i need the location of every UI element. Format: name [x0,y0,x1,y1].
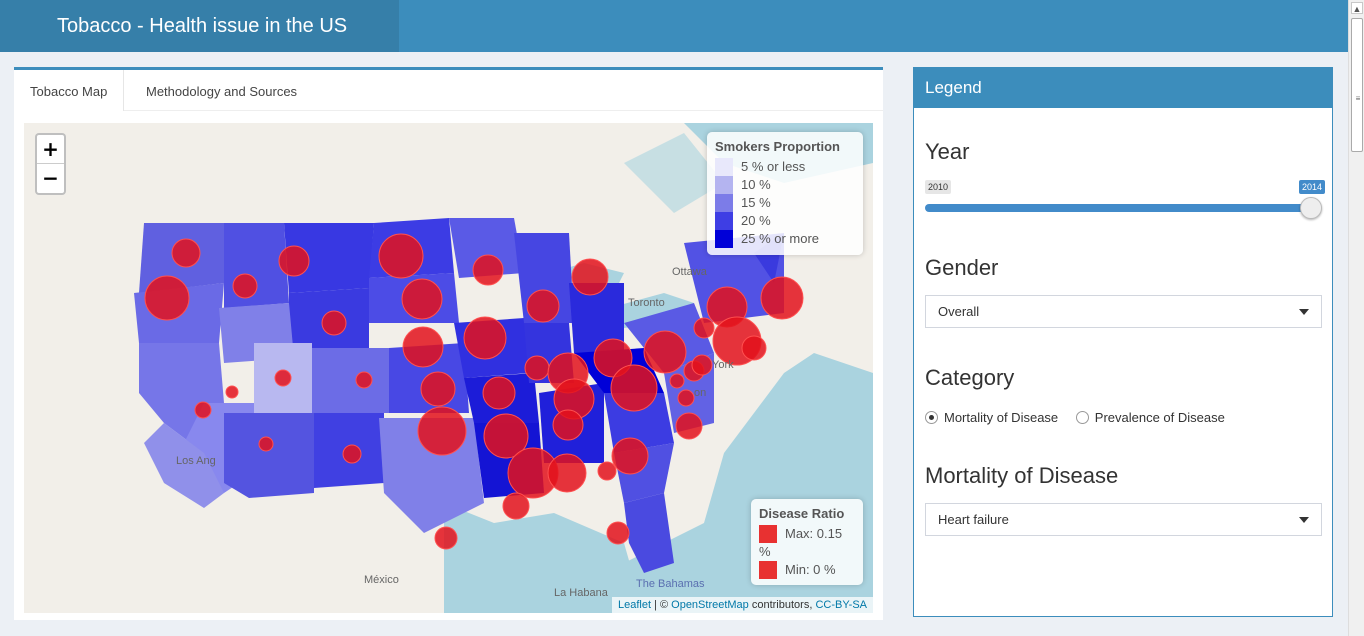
label-ottawa: Ottawa [672,266,707,278]
chevron-down-icon [1299,517,1309,523]
app-title: Tobacco - Health issue in the US [0,0,399,52]
label-bahamas: The Bahamas [636,578,705,590]
label-york: York [712,359,734,371]
tab-tobacco-map[interactable]: Tobacco Map [14,70,125,111]
legend-panel: Legend Year 2010 2014 Gender Overall Cat… [913,67,1333,617]
label-mexico: México [364,574,399,586]
zoom-in-button[interactable]: + [37,135,64,164]
category-radio-group: Mortality of Disease Prevalence of Disea… [925,410,1239,426]
year-slider-min: 2010 [925,180,952,194]
scroll-up-icon[interactable]: ▲ [1351,2,1363,14]
chevron-down-icon [1299,309,1309,315]
disease-select[interactable]: Heart failure [925,503,1322,536]
legend-panel-title: Legend [914,68,1332,108]
smokers-legend-item: 25 % or more [715,230,855,248]
category-label: Category [925,365,1015,390]
map-panel: Tobacco Map Methodology and Sources Otta… [14,67,883,620]
osm-link[interactable]: OpenStreetMap [671,599,749,611]
year-slider-handle[interactable] [1300,197,1322,219]
license-link[interactable]: CC-BY-SA [815,599,867,611]
app-header: Tobacco - Health issue in the US [0,0,1348,52]
year-slider-max: 2014 [1299,180,1326,194]
scrollbar-thumb[interactable]: ≡ [1351,18,1363,152]
grip-icon: ≡ [1355,94,1361,103]
year-slider-track[interactable] [925,204,1315,212]
radio-prevalence[interactable] [1075,411,1089,424]
smokers-legend-item: 15 % [715,194,855,212]
zoom-out-button[interactable]: − [37,164,64,193]
disease-legend-min: Min: 0 % [759,561,855,579]
disease-legend-title: Disease Ratio [759,506,845,521]
leaflet-map[interactable]: Ottawa Toronto York on Los Ang México La… [24,123,873,613]
radio-prevalence-label[interactable]: Prevalence of Disease [1095,410,1225,425]
gender-select[interactable]: Overall [925,295,1322,328]
tab-methodology[interactable]: Methodology and Sources [130,70,313,111]
disease-selected-value: Heart failure [938,512,1009,527]
gender-label: Gender [925,255,999,280]
disease-legend-max-unit: % [759,544,771,559]
disease-label: Mortality of Disease [925,463,1119,488]
radio-mortality[interactable] [925,411,938,424]
disease-legend-max: Max: 0.15 [759,525,855,543]
label-on: on [694,387,707,399]
label-los-angeles: Los Ang [176,455,216,467]
tab-bar: Tobacco Map Methodology and Sources [14,70,883,111]
leaflet-link[interactable]: Leaflet [618,599,651,611]
zoom-control: + − [35,133,66,195]
smokers-legend-item: 10 % [715,176,855,194]
smokers-legend-item: 5 % or less [715,158,855,176]
disease-legend: Disease Ratio Max: 0.15 % Min: 0 % [751,499,863,585]
gender-selected-value: Overall [938,304,980,319]
label-toronto: Toronto [628,297,665,309]
smokers-legend-title: Smokers Proportion [715,139,840,154]
page-scrollbar[interactable]: ▲ ≡ [1348,0,1364,636]
map-attribution: Leaflet | © OpenStreetMap contributors, … [611,597,873,613]
smokers-legend: Smokers Proportion 5 % or less 10 % 15 %… [707,132,863,255]
radio-mortality-label[interactable]: Mortality of Disease [944,410,1058,425]
label-la-habana: La Habana [554,587,608,599]
smokers-legend-item: 20 % [715,212,855,230]
year-label: Year [925,139,970,164]
